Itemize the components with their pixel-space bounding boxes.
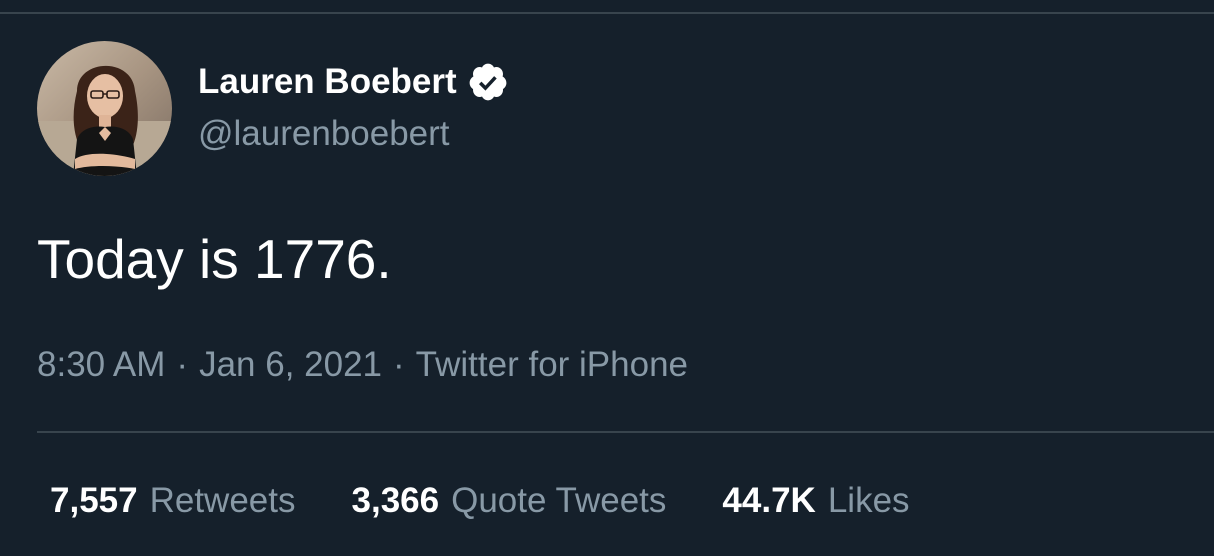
stats-divider bbox=[37, 431, 1214, 433]
likes-count: 44.7K bbox=[722, 481, 816, 520]
retweets-stat[interactable]: 7,557 Retweets bbox=[50, 476, 296, 526]
retweets-count: 7,557 bbox=[50, 481, 138, 520]
author-name-link[interactable]: Lauren Boebert bbox=[198, 60, 509, 104]
quote-tweets-count: 3,366 bbox=[351, 481, 440, 520]
avatar-image bbox=[37, 41, 172, 176]
likes-stat[interactable]: 44.7K Likes bbox=[722, 476, 909, 526]
retweets-label: Retweets bbox=[149, 481, 296, 520]
quote-tweets-stat[interactable]: 3,366 Quote Tweets bbox=[352, 476, 667, 526]
tweet-text: Today is 1776. bbox=[37, 228, 392, 290]
likes-label: Likes bbox=[827, 481, 910, 520]
tweet-stats: 7,557 Retweets 3,366 Quote Tweets 44.7K … bbox=[50, 476, 966, 526]
verified-badge-icon bbox=[467, 61, 509, 103]
author-display-name: Lauren Boebert bbox=[198, 62, 457, 101]
tweet-time[interactable]: 8:30 AM bbox=[37, 345, 165, 384]
tweet-source[interactable]: Twitter for iPhone bbox=[416, 345, 688, 384]
quote-tweets-label: Quote Tweets bbox=[451, 481, 667, 520]
tweet-author: Lauren Boebert bbox=[198, 60, 509, 110]
avatar[interactable] bbox=[37, 41, 172, 176]
meta-separator: · bbox=[393, 345, 405, 384]
tweet-metadata: 8:30 AM · Jan 6, 2021 · Twitter for iPhone bbox=[37, 340, 688, 390]
author-handle[interactable]: @laurenboebert bbox=[198, 112, 450, 156]
tweet-date[interactable]: Jan 6, 2021 bbox=[199, 345, 382, 384]
top-divider bbox=[0, 12, 1214, 14]
meta-separator: · bbox=[176, 345, 189, 384]
